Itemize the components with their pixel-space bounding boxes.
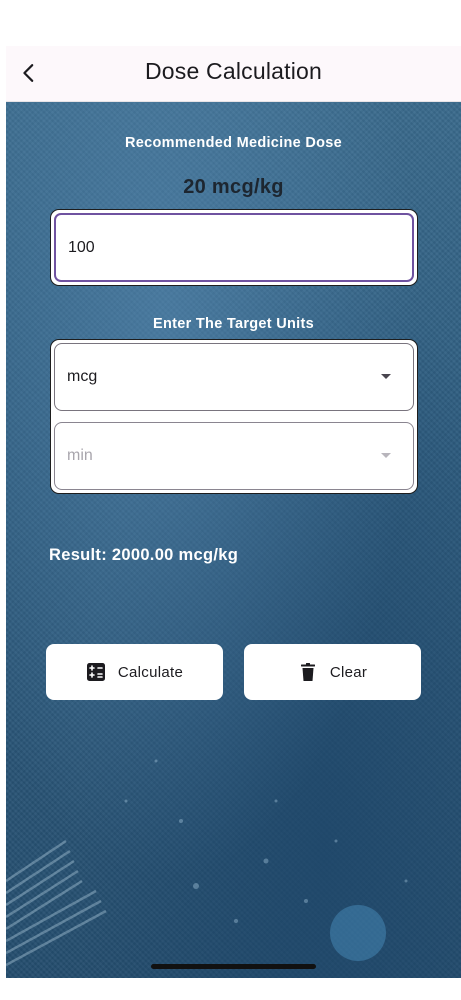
page-title: Dose Calculation bbox=[144, 58, 323, 84]
target-units-label: Enter The Target Units bbox=[152, 316, 315, 332]
home-indicator[interactable] bbox=[151, 964, 316, 969]
target-units-card: mcg min bbox=[50, 339, 418, 494]
dose-input-field bbox=[54, 213, 414, 282]
chevron-down-icon bbox=[381, 374, 391, 379]
unit-dropdown-value: mcg bbox=[67, 368, 98, 385]
clear-button-label: Clear bbox=[329, 663, 368, 681]
recommended-dose-label: Recommended Medicine Dose bbox=[125, 135, 342, 151]
main-content: Recommended Medicine Dose 20 mcg/kg Ente… bbox=[6, 46, 461, 978]
trash-icon bbox=[298, 662, 318, 682]
calculator-icon bbox=[86, 662, 106, 682]
calculate-button-label: Calculate bbox=[117, 663, 184, 681]
clear-button[interactable]: Clear bbox=[244, 644, 421, 700]
calculate-button[interactable]: Calculate bbox=[46, 644, 223, 700]
time-dropdown[interactable]: min bbox=[54, 422, 414, 490]
recommended-dose-value: 20 mcg/kg bbox=[183, 176, 284, 198]
app-bar: Dose Calculation bbox=[6, 46, 461, 102]
unit-dropdown[interactable]: mcg bbox=[54, 343, 414, 411]
time-dropdown-value: min bbox=[67, 447, 93, 464]
result-text: Result: 2000.00 mcg/kg bbox=[49, 546, 239, 564]
dose-calculation-screen: Dose Calculation Recommended Medicine Do… bbox=[6, 46, 461, 978]
dose-input-card bbox=[50, 209, 418, 286]
chevron-down-icon bbox=[381, 453, 391, 458]
dose-input[interactable] bbox=[66, 215, 402, 280]
